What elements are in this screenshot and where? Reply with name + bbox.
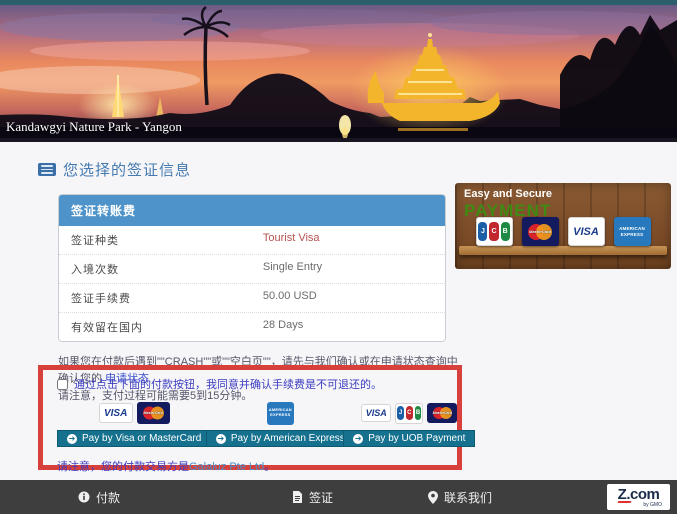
- row-value: 28 Days: [263, 319, 433, 335]
- visa-table-header: 签证转账费: [59, 195, 445, 226]
- document-icon: [292, 491, 303, 503]
- page-title: 您选择的签证信息: [63, 159, 191, 180]
- arrow-circle-icon: ➔: [67, 434, 77, 444]
- pay-amex-button[interactable]: ➔ Pay by American Express: [206, 430, 355, 447]
- amex-logo-icon: American Express: [267, 402, 294, 425]
- visa-info-table: 签证转账费 签证种类 Tourist Visa 入境次数 Single Entr…: [58, 194, 446, 342]
- row-label: 签证种类: [71, 232, 263, 248]
- visa-mastercard-column: VISA MasterCard ➔ Pay by Visa or MasterC…: [57, 400, 211, 447]
- banner-underline: [0, 138, 677, 142]
- amex-column: American Express ➔ Pay by American Expre…: [211, 400, 349, 447]
- mastercard-logo-icon: MasterCard: [427, 403, 457, 423]
- footer-item-label: 付款: [96, 489, 120, 506]
- footer-bar: 付款 签证 联系我们 Z.com by GMO: [0, 480, 677, 514]
- banner-image: Kandawgyi Nature Park - Yangon: [0, 5, 677, 138]
- footer-item-payment[interactable]: 付款: [78, 480, 120, 514]
- location-icon: [428, 491, 438, 504]
- visa-logo-icon: VISA: [99, 403, 133, 423]
- footer-item-label: 联系我们: [444, 489, 492, 506]
- arrow-circle-icon: ➔: [353, 434, 363, 444]
- row-value: 50.00 USD: [263, 290, 433, 306]
- payment-options-box: 通过点击下面的付款按钮，我同意并确认手续费是不可退还的。 VISA Master…: [38, 365, 462, 470]
- pay-visa-mastercard-button[interactable]: ➔ Pay by Visa or MasterCard: [57, 430, 211, 447]
- footer-item-visa[interactable]: 签证: [292, 480, 333, 514]
- table-row: 入境次数 Single Entry: [59, 254, 445, 283]
- row-label: 签证手续费: [71, 290, 263, 306]
- footer-item-contact[interactable]: 联系我们: [428, 480, 492, 514]
- row-label: 有效留在国内: [71, 319, 263, 335]
- uob-column: VISA JCB MasterCard ➔ Pay by UOB Payment: [349, 400, 469, 447]
- banner-caption: Kandawgyi Nature Park - Yangon: [6, 119, 182, 135]
- row-value: Single Entry: [263, 261, 433, 277]
- wooden-shelf: [459, 246, 667, 255]
- arrow-circle-icon: ➔: [216, 434, 226, 444]
- mastercard-icon: MasterCard: [522, 217, 559, 246]
- merchant-note: 请注意，您的付款交易方是Galaluz Pte Ltd。: [57, 458, 443, 474]
- table-row: 签证手续费 50.00 USD: [59, 283, 445, 312]
- pay-uob-button[interactable]: ➔ Pay by UOB Payment: [343, 430, 475, 447]
- amex-card-icon: American Express: [614, 217, 651, 246]
- visa-card-icon: VISA: [568, 217, 605, 246]
- agree-label: 通过点击下面的付款按钮，我同意并确认手续费是不可退还的。: [74, 376, 382, 392]
- secure-payment-banner: Easy and Secure PAYMENT JCB MasterCard V…: [455, 183, 671, 269]
- table-row: 有效留在国内 28 Days: [59, 312, 445, 341]
- mastercard-logo-icon: MasterCard: [137, 402, 170, 424]
- jcb-card-icon: JCB: [476, 217, 513, 246]
- jcb-logo-icon: JCB: [395, 403, 423, 424]
- agree-checkbox[interactable]: [57, 379, 68, 390]
- promo-line1: Easy and Secure: [464, 188, 552, 200]
- footer-item-label: 签证: [309, 489, 333, 506]
- info-icon: [78, 491, 90, 503]
- row-label: 入境次数: [71, 261, 263, 277]
- list-card-icon: [38, 163, 56, 176]
- zcom-logo-text: Z.com: [618, 487, 660, 502]
- table-row: 签证种类 Tourist Visa: [59, 226, 445, 254]
- zcom-logo[interactable]: Z.com by GMO: [607, 484, 670, 510]
- visa-logo-icon: VISA: [361, 404, 391, 422]
- row-value: Tourist Visa: [263, 232, 433, 248]
- merchant-company: Galaluz Pte Ltd: [189, 461, 264, 473]
- zcom-logo-sub: by GMO: [643, 503, 662, 508]
